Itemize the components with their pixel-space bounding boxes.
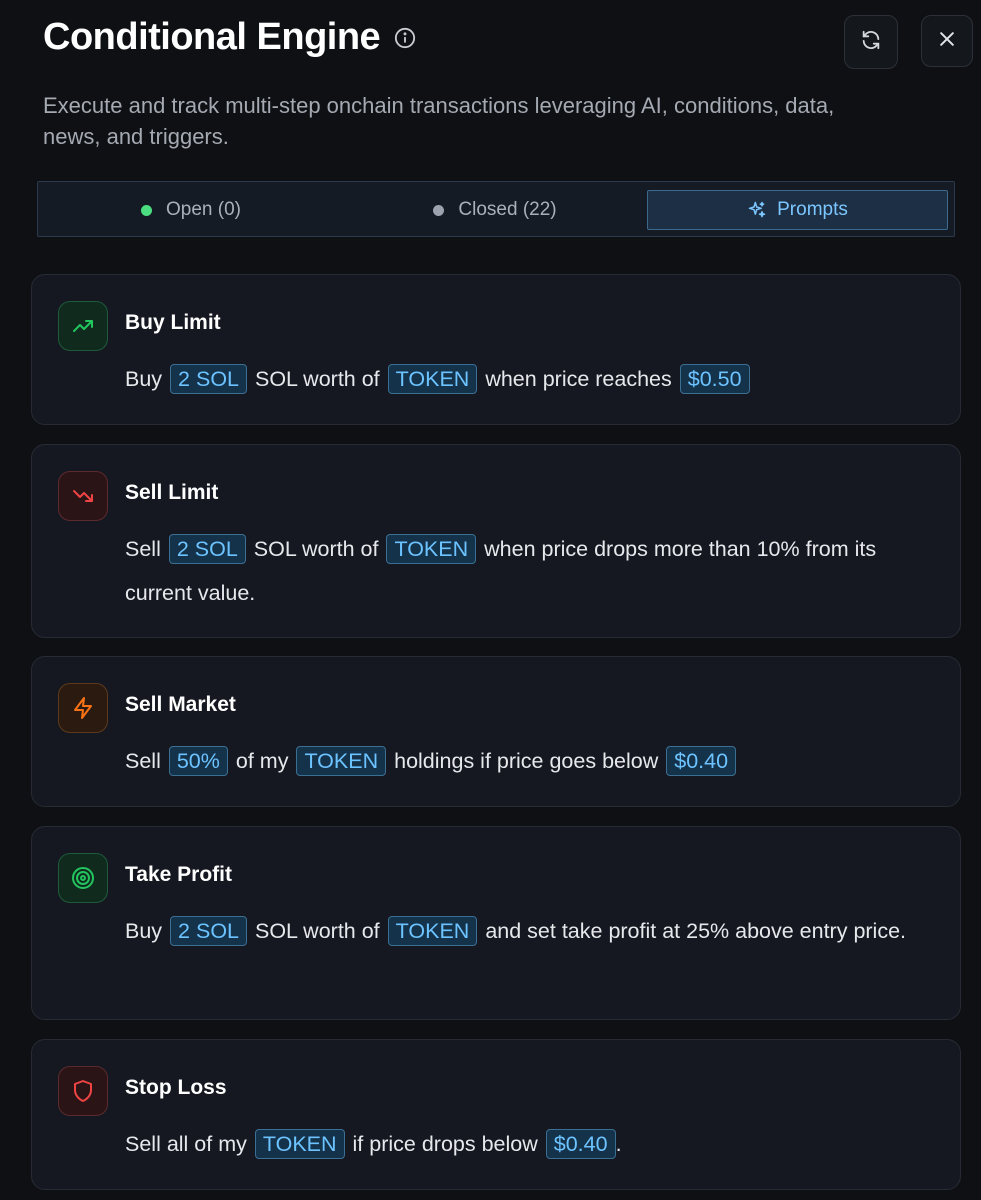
amount-token[interactable]: 2 SOL <box>168 534 246 564</box>
card-text: Buy 2 SOL SOL worth of TOKEN when price … <box>125 357 920 401</box>
card-text: Sell all of my TOKEN if price drops belo… <box>125 1122 920 1166</box>
status-dot-icon <box>141 204 152 216</box>
icon-box <box>58 853 108 903</box>
tab-open-label: Open (0) <box>166 199 241 220</box>
prompt-card-take-profit[interactable]: Take Profit Buy 2 SOL SOL worth of TOKEN… <box>31 826 961 1020</box>
title-row: Conditional Engine <box>43 16 416 59</box>
token-token[interactable]: TOKEN <box>386 534 477 564</box>
price-token[interactable]: $0.50 <box>679 364 750 394</box>
text-segment: SOL worth of <box>254 919 380 943</box>
refresh-icon <box>860 29 882 56</box>
text-segment: Buy <box>125 367 163 391</box>
status-dot-icon <box>433 204 445 216</box>
text-segment: SOL worth of <box>253 537 379 561</box>
token-token[interactable]: TOKEN <box>387 364 478 394</box>
trending-up-icon <box>71 314 95 338</box>
tab-prompts[interactable]: Prompts <box>647 190 948 230</box>
amount-token[interactable]: 2 SOL <box>170 364 247 394</box>
card-title: Sell Market <box>125 693 236 716</box>
text-segment: of my <box>235 749 289 773</box>
tab-closed[interactable]: Closed (22) <box>344 190 646 230</box>
icon-box <box>58 683 108 733</box>
text-segment: if price drops below <box>352 1132 538 1156</box>
conditional-engine-panel: Conditional Engine Execute and track mul… <box>0 0 981 1200</box>
prompt-card-sell-market[interactable]: Sell Market Sell 50% of my TOKEN holding… <box>31 656 961 807</box>
card-title: Stop Loss <box>125 1076 227 1099</box>
icon-box <box>58 301 108 351</box>
text-segment: Sell <box>125 749 161 773</box>
text-segment: Buy <box>125 919 163 943</box>
prompt-card-buy-limit[interactable]: Buy Limit Buy 2 SOL SOL worth of TOKEN w… <box>31 274 961 425</box>
token-token[interactable]: TOKEN <box>296 746 387 776</box>
refresh-button[interactable] <box>844 15 898 69</box>
prompt-card-sell-limit[interactable]: Sell Limit Sell 2 SOL SOL worth of TOKEN… <box>31 444 961 638</box>
text-segment: Sell <box>125 537 161 561</box>
card-text: Sell 50% of my TOKEN holdings if price g… <box>125 739 920 783</box>
text-segment: holdings if price goes below <box>394 749 659 773</box>
percent-token[interactable]: 50% <box>168 746 228 776</box>
text-segment: and set take profit at 25% above entry p… <box>485 919 907 943</box>
icon-box <box>58 471 108 521</box>
text-segment: . <box>615 1132 622 1156</box>
token-token[interactable]: TOKEN <box>387 916 478 946</box>
text-segment: Sell all of my <box>125 1132 247 1156</box>
close-icon <box>937 29 957 54</box>
text-segment: SOL worth of <box>254 367 380 391</box>
lightning-icon <box>71 696 95 720</box>
page-subtitle: Execute and track multi-step onchain tra… <box>43 93 835 149</box>
prompt-card-stop-loss[interactable]: Stop Loss Sell all of my TOKEN if price … <box>31 1039 961 1190</box>
tab-open[interactable]: Open (0) <box>38 190 344 230</box>
tab-bar: Open (0) Closed (22) Prompts <box>37 181 955 237</box>
price-token[interactable]: $0.40 <box>666 746 737 776</box>
page-title: Conditional Engine <box>43 16 381 58</box>
card-text: Sell 2 SOL SOL worth of TOKEN when price… <box>125 527 920 615</box>
trending-down-icon <box>71 484 95 508</box>
shield-icon <box>71 1079 95 1103</box>
card-title: Buy Limit <box>125 311 221 334</box>
card-title: Take Profit <box>125 863 232 886</box>
price-token[interactable]: $0.40 <box>545 1129 616 1159</box>
tab-prompts-label: Prompts <box>777 199 848 220</box>
card-text: Buy 2 SOL SOL worth of TOKEN and set tak… <box>125 909 920 953</box>
text-segment: when price reaches <box>485 367 672 391</box>
amount-token[interactable]: 2 SOL <box>170 916 247 946</box>
sparkles-icon <box>747 200 777 220</box>
icon-box <box>58 1066 108 1116</box>
close-button[interactable] <box>921 15 973 67</box>
token-token[interactable]: TOKEN <box>254 1129 345 1159</box>
target-icon <box>71 866 95 890</box>
info-icon[interactable] <box>394 27 416 49</box>
card-title: Sell Limit <box>125 481 219 504</box>
tab-closed-label: Closed (22) <box>458 199 557 220</box>
